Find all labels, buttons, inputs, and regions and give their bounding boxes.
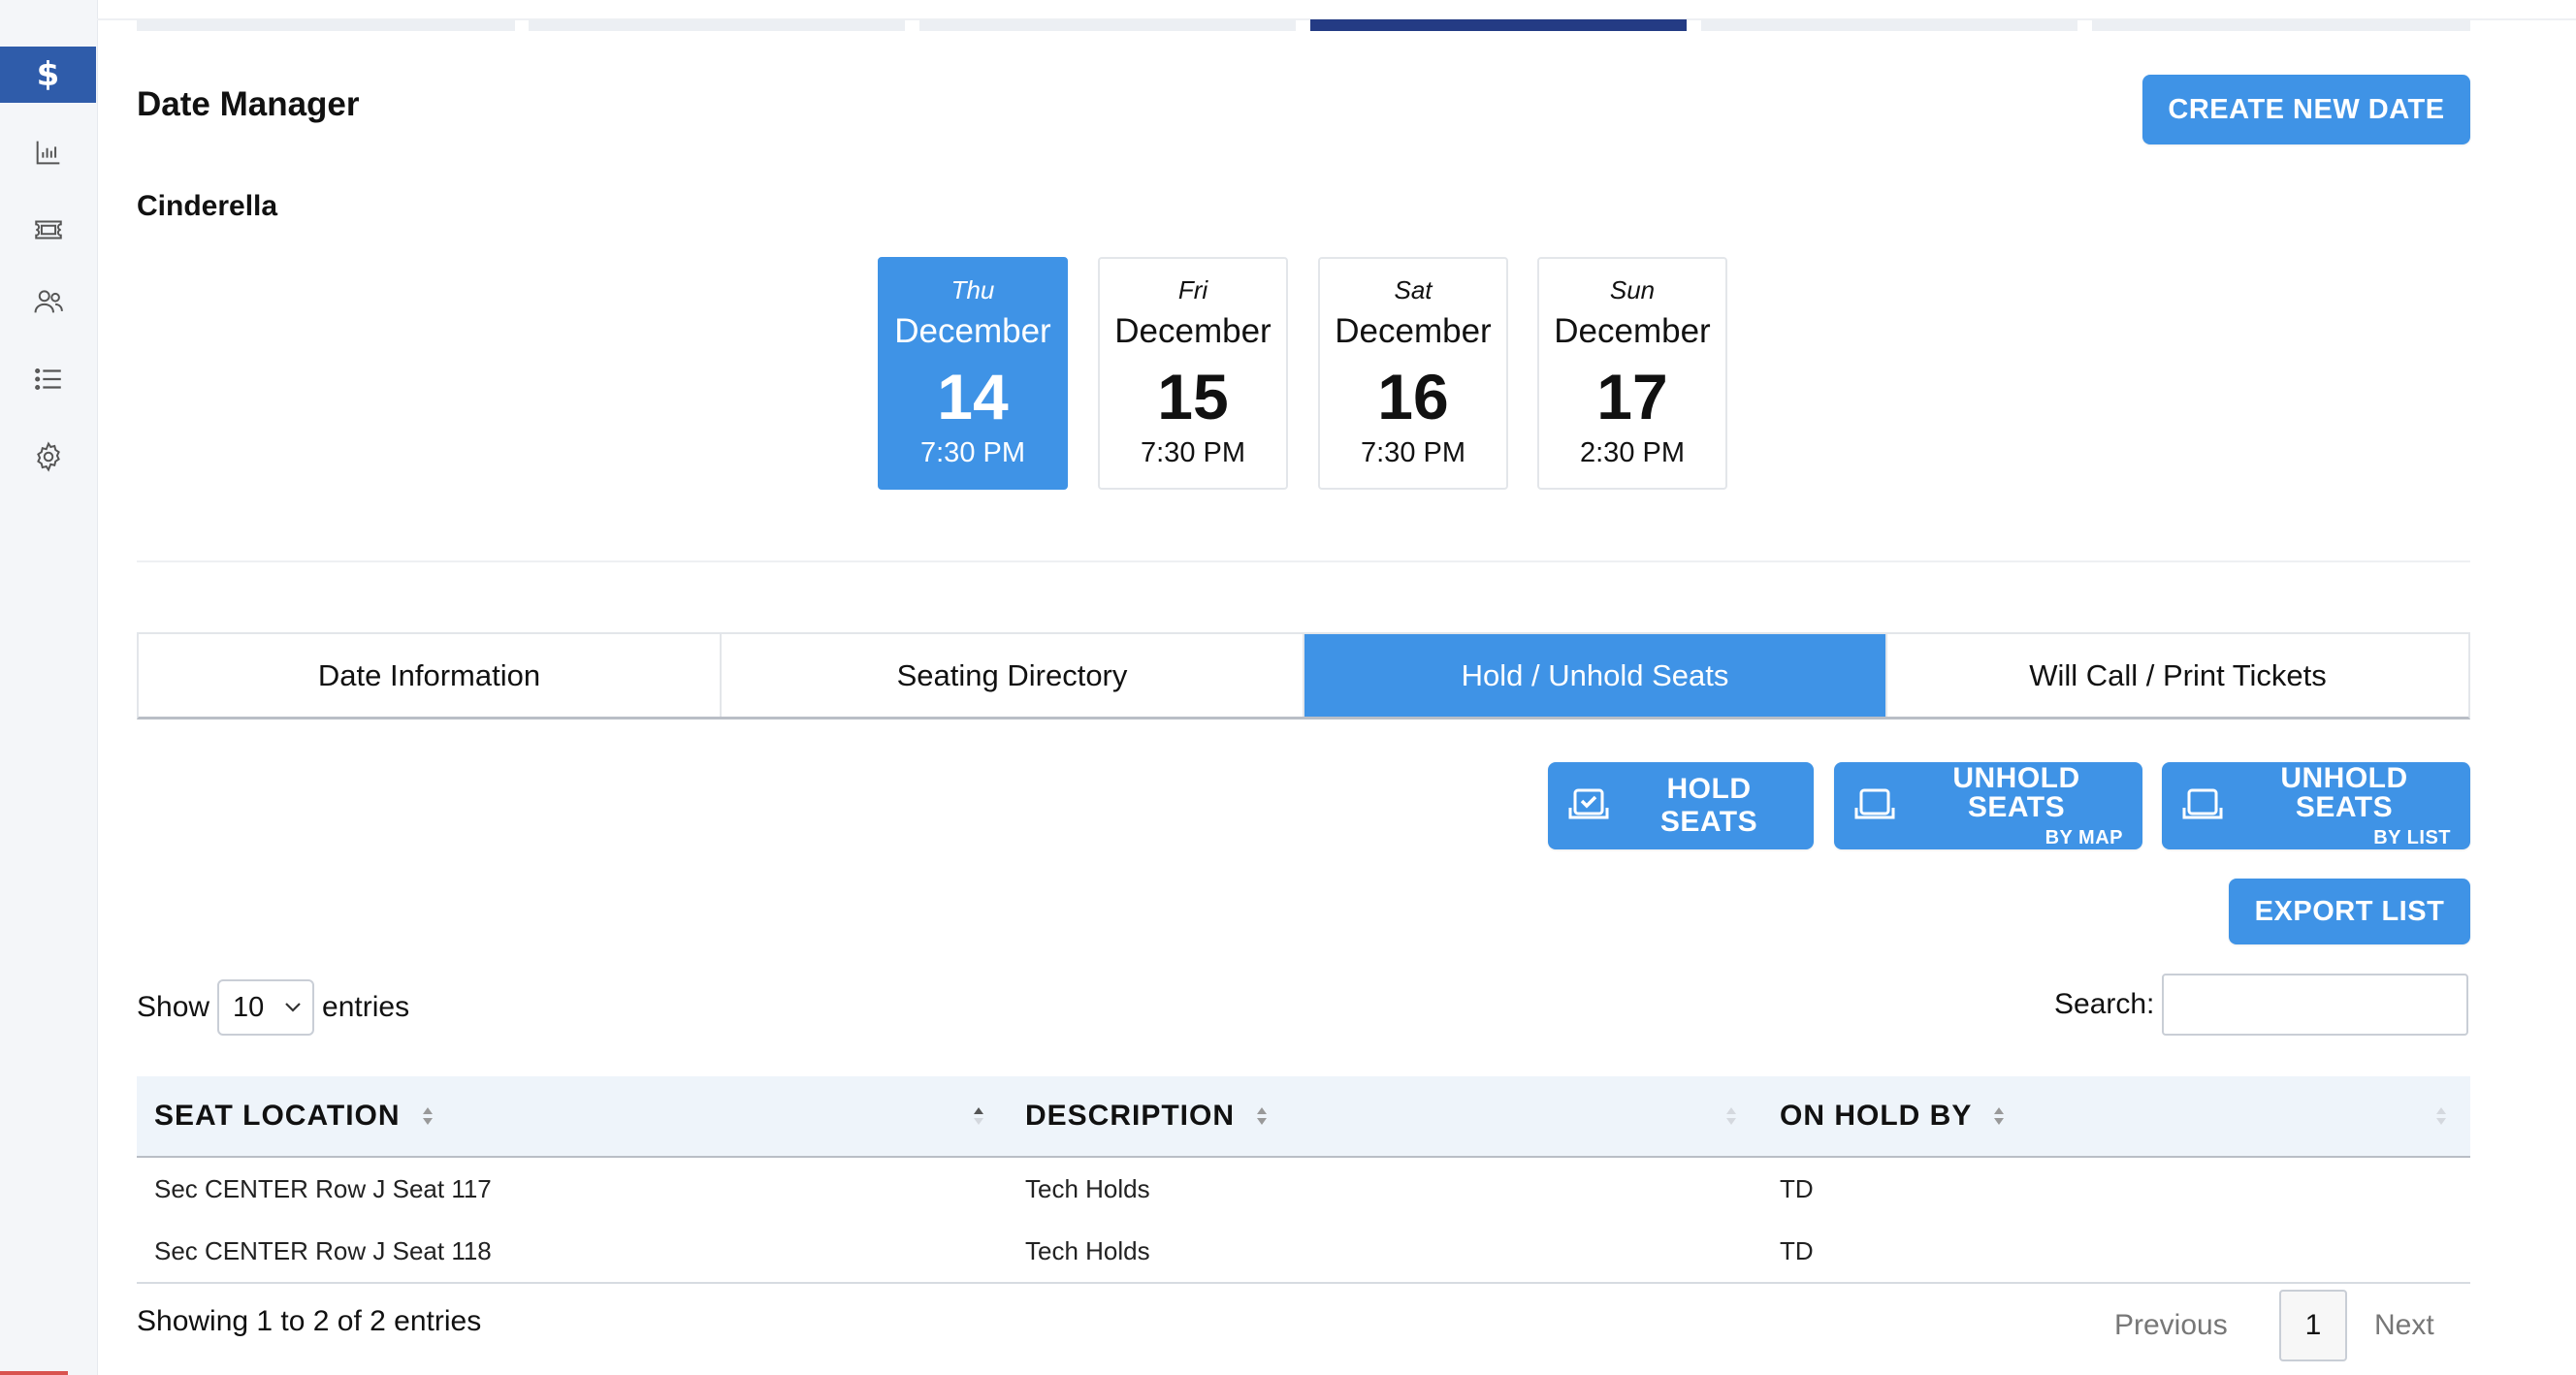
unhold-list-text: UNHOLD SEATS BY LIST — [2238, 762, 2451, 848]
sort-icon — [1994, 1107, 2005, 1125]
table-bottom-border — [137, 1282, 2470, 1284]
ticket-icon — [34, 220, 62, 240]
entries-value: 10 — [233, 991, 265, 1023]
sort-neutral-icon — [2436, 1107, 2446, 1125]
unhold-list-label: UNHOLD SEATS — [2280, 762, 2408, 823]
export-list-button[interactable]: EXPORT LIST — [2229, 879, 2470, 944]
entries-label: entries — [322, 991, 410, 1023]
column-header-description[interactable]: DESCRIPTION — [1025, 1076, 1270, 1156]
list-icon — [34, 368, 61, 391]
sidebar-bottom-mark — [0, 1371, 68, 1375]
dollar-icon: $ — [36, 55, 60, 94]
date-month: December — [894, 312, 1051, 350]
date-month: December — [1554, 312, 1711, 350]
tab-hold-unhold-seats[interactable]: Hold / Unhold Seats — [1304, 634, 1887, 717]
unhold-map-sublabel: BY MAP — [2045, 827, 2123, 848]
column-header-label: SEAT LOCATION — [154, 1100, 401, 1132]
cell-description: Tech Holds — [1025, 1235, 1150, 1265]
unhold-seats-by-list-button[interactable]: UNHOLD SEATS BY LIST — [2162, 762, 2470, 849]
pagination-page-1[interactable]: 1 — [2279, 1290, 2347, 1361]
sort-neutral-icon — [1726, 1107, 1736, 1125]
chevron-down-icon — [285, 1003, 301, 1012]
section-divider — [137, 560, 2470, 562]
unhold-map-label: UNHOLD SEATS — [1952, 762, 2080, 823]
step-5 — [1701, 19, 2077, 31]
date-card-dec-15[interactable]: Fri December 15 7:30 PM — [1098, 257, 1288, 490]
gear-icon — [36, 441, 60, 472]
hold-seats-label: HOLD SEATS — [1659, 773, 1758, 838]
seat-icon — [1854, 788, 1895, 819]
cell-on-hold-by: TD — [1780, 1235, 1814, 1265]
date-card-dec-14[interactable]: Thu December 14 7:30 PM — [878, 257, 1068, 490]
bar-chart-icon — [36, 141, 59, 165]
date-number: 16 — [1377, 361, 1449, 432]
date-tabs: Date Information Seating Directory Hold … — [137, 632, 2470, 719]
cell-on-hold-by: TD — [1780, 1173, 1814, 1203]
page-title: Date Manager — [137, 85, 360, 123]
tab-seating-directory[interactable]: Seating Directory — [722, 634, 1304, 717]
show-name: Cinderella — [137, 190, 278, 222]
date-number: 17 — [1596, 361, 1668, 432]
seat-icon — [2182, 788, 2223, 819]
sidebar: $ — [0, 0, 98, 1375]
cell-description: Tech Holds — [1025, 1173, 1150, 1203]
hold-seats-button[interactable]: HOLD SEATS — [1548, 762, 1814, 849]
seat-check-icon — [1568, 788, 1609, 819]
table-row: Sec CENTER Row J Seat 118 Tech Holds TD — [137, 1220, 2470, 1282]
tab-date-information[interactable]: Date Information — [139, 634, 722, 717]
step-1 — [137, 19, 515, 31]
sidebar-item-settings[interactable] — [0, 429, 96, 485]
show-label: Show — [137, 991, 210, 1023]
date-number: 14 — [937, 361, 1009, 432]
step-6 — [2092, 19, 2470, 31]
search-input[interactable] — [2162, 974, 2469, 1036]
column-header-seat-location[interactable]: SEAT LOCATION — [154, 1076, 435, 1156]
date-number: 15 — [1157, 361, 1229, 432]
column-header-label: DESCRIPTION — [1025, 1100, 1236, 1132]
step-2 — [529, 19, 905, 31]
sidebar-item-sales[interactable]: $ — [0, 47, 96, 103]
date-time: 2:30 PM — [1580, 437, 1685, 468]
date-card-dec-17[interactable]: Sun December 17 2:30 PM — [1537, 257, 1727, 490]
sidebar-item-users[interactable] — [0, 273, 96, 330]
date-day: Thu — [950, 275, 995, 304]
sort-icon — [1257, 1107, 1268, 1125]
date-day: Sun — [1609, 275, 1656, 304]
unhold-seats-by-map-button[interactable]: UNHOLD SEATS BY MAP — [1834, 762, 2142, 849]
tab-will-call-print-tickets[interactable]: Will Call / Print Tickets — [1887, 634, 2468, 717]
sidebar-item-tickets[interactable] — [0, 202, 96, 258]
search-label: Search: — [2054, 988, 2155, 1020]
date-day: Sat — [1394, 275, 1433, 304]
table-row: Sec CENTER Row J Seat 117 Tech Holds TD — [137, 1158, 2470, 1220]
step-4-active — [1310, 19, 1687, 31]
step-3 — [919, 19, 1296, 31]
entries-select[interactable]: 10 — [217, 979, 315, 1036]
holds-table: SEAT LOCATION DESCRIPTION ON HOLD BY Sec… — [137, 1076, 2470, 1284]
table-header: SEAT LOCATION DESCRIPTION ON HOLD BY — [137, 1076, 2470, 1158]
cell-seat-location: Sec CENTER Row J Seat 118 — [154, 1235, 492, 1265]
sort-ascending-icon — [974, 1107, 983, 1125]
date-card-dec-16[interactable]: Sat December 16 7:30 PM — [1318, 257, 1508, 490]
pagination-previous[interactable]: Previous — [2114, 1290, 2228, 1361]
sidebar-item-lists[interactable] — [0, 351, 96, 407]
column-header-on-hold-by[interactable]: ON HOLD BY — [1780, 1076, 2007, 1156]
search-control: Search: — [2054, 974, 2469, 1036]
column-header-label: ON HOLD BY — [1780, 1100, 1973, 1132]
sidebar-item-reports[interactable] — [0, 124, 96, 180]
users-icon — [34, 290, 63, 313]
sort-icon — [422, 1107, 433, 1125]
date-month: December — [1335, 312, 1492, 350]
date-day: Fri — [1177, 275, 1208, 304]
date-time: 7:30 PM — [1141, 437, 1245, 468]
show-entries-control: Show 10 entries — [137, 979, 409, 1036]
unhold-list-sublabel: BY LIST — [2373, 827, 2451, 848]
cell-seat-location: Sec CENTER Row J Seat 117 — [154, 1173, 492, 1203]
pagination-next[interactable]: Next — [2374, 1290, 2434, 1361]
date-time: 7:30 PM — [920, 437, 1025, 468]
date-time: 7:30 PM — [1361, 437, 1465, 468]
create-new-date-button[interactable]: CREATE NEW DATE — [2142, 75, 2470, 144]
table-info: Showing 1 to 2 of 2 entries — [137, 1305, 482, 1337]
date-month: December — [1114, 312, 1272, 350]
unhold-map-text: UNHOLD SEATS BY MAP — [1910, 762, 2123, 848]
